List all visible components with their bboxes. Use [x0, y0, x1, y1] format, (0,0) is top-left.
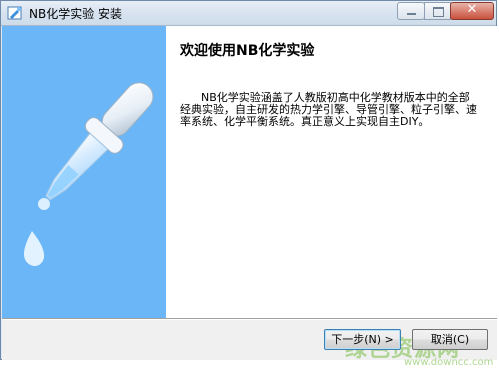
window-title: NB化学实验 安装	[29, 7, 123, 21]
welcome-content: 欢迎使用NB化学实验 NB化学实验涵盖了人教版初高中化学教材版本中的全部经典实验…	[166, 26, 497, 318]
welcome-heading: 欢迎使用NB化学实验	[180, 43, 315, 59]
footer-divider	[2, 318, 497, 320]
installer-window: NB化学实验 安装 ✕ 欢迎使用NB化学实验 NB化学实验涵盖了人教版初高中化学…	[0, 0, 497, 368]
dropper-illustration-icon	[24, 82, 154, 266]
next-button[interactable]: 下一步(N) >	[324, 329, 401, 350]
close-button[interactable]: ✕	[450, 2, 494, 20]
cancel-button[interactable]: 取消(C)	[412, 329, 488, 350]
wizard-side-banner	[2, 26, 166, 318]
watermark-url: www.downcc.com	[404, 357, 494, 368]
wizard-body: 欢迎使用NB化学实验 NB化学实验涵盖了人教版初高中化学教材版本中的全部经典实验…	[2, 26, 497, 368]
minimize-button[interactable]	[397, 2, 425, 20]
close-icon: ✕	[466, 2, 478, 17]
maximize-button[interactable]	[424, 2, 451, 20]
installer-app-icon	[7, 6, 22, 20]
title-bar[interactable]: NB化学实验 安装 ✕	[1, 1, 496, 26]
welcome-description: NB化学实验涵盖了人教版初高中化学教材版本中的全部经典实验，自主研发的热力学引擎…	[180, 91, 477, 128]
